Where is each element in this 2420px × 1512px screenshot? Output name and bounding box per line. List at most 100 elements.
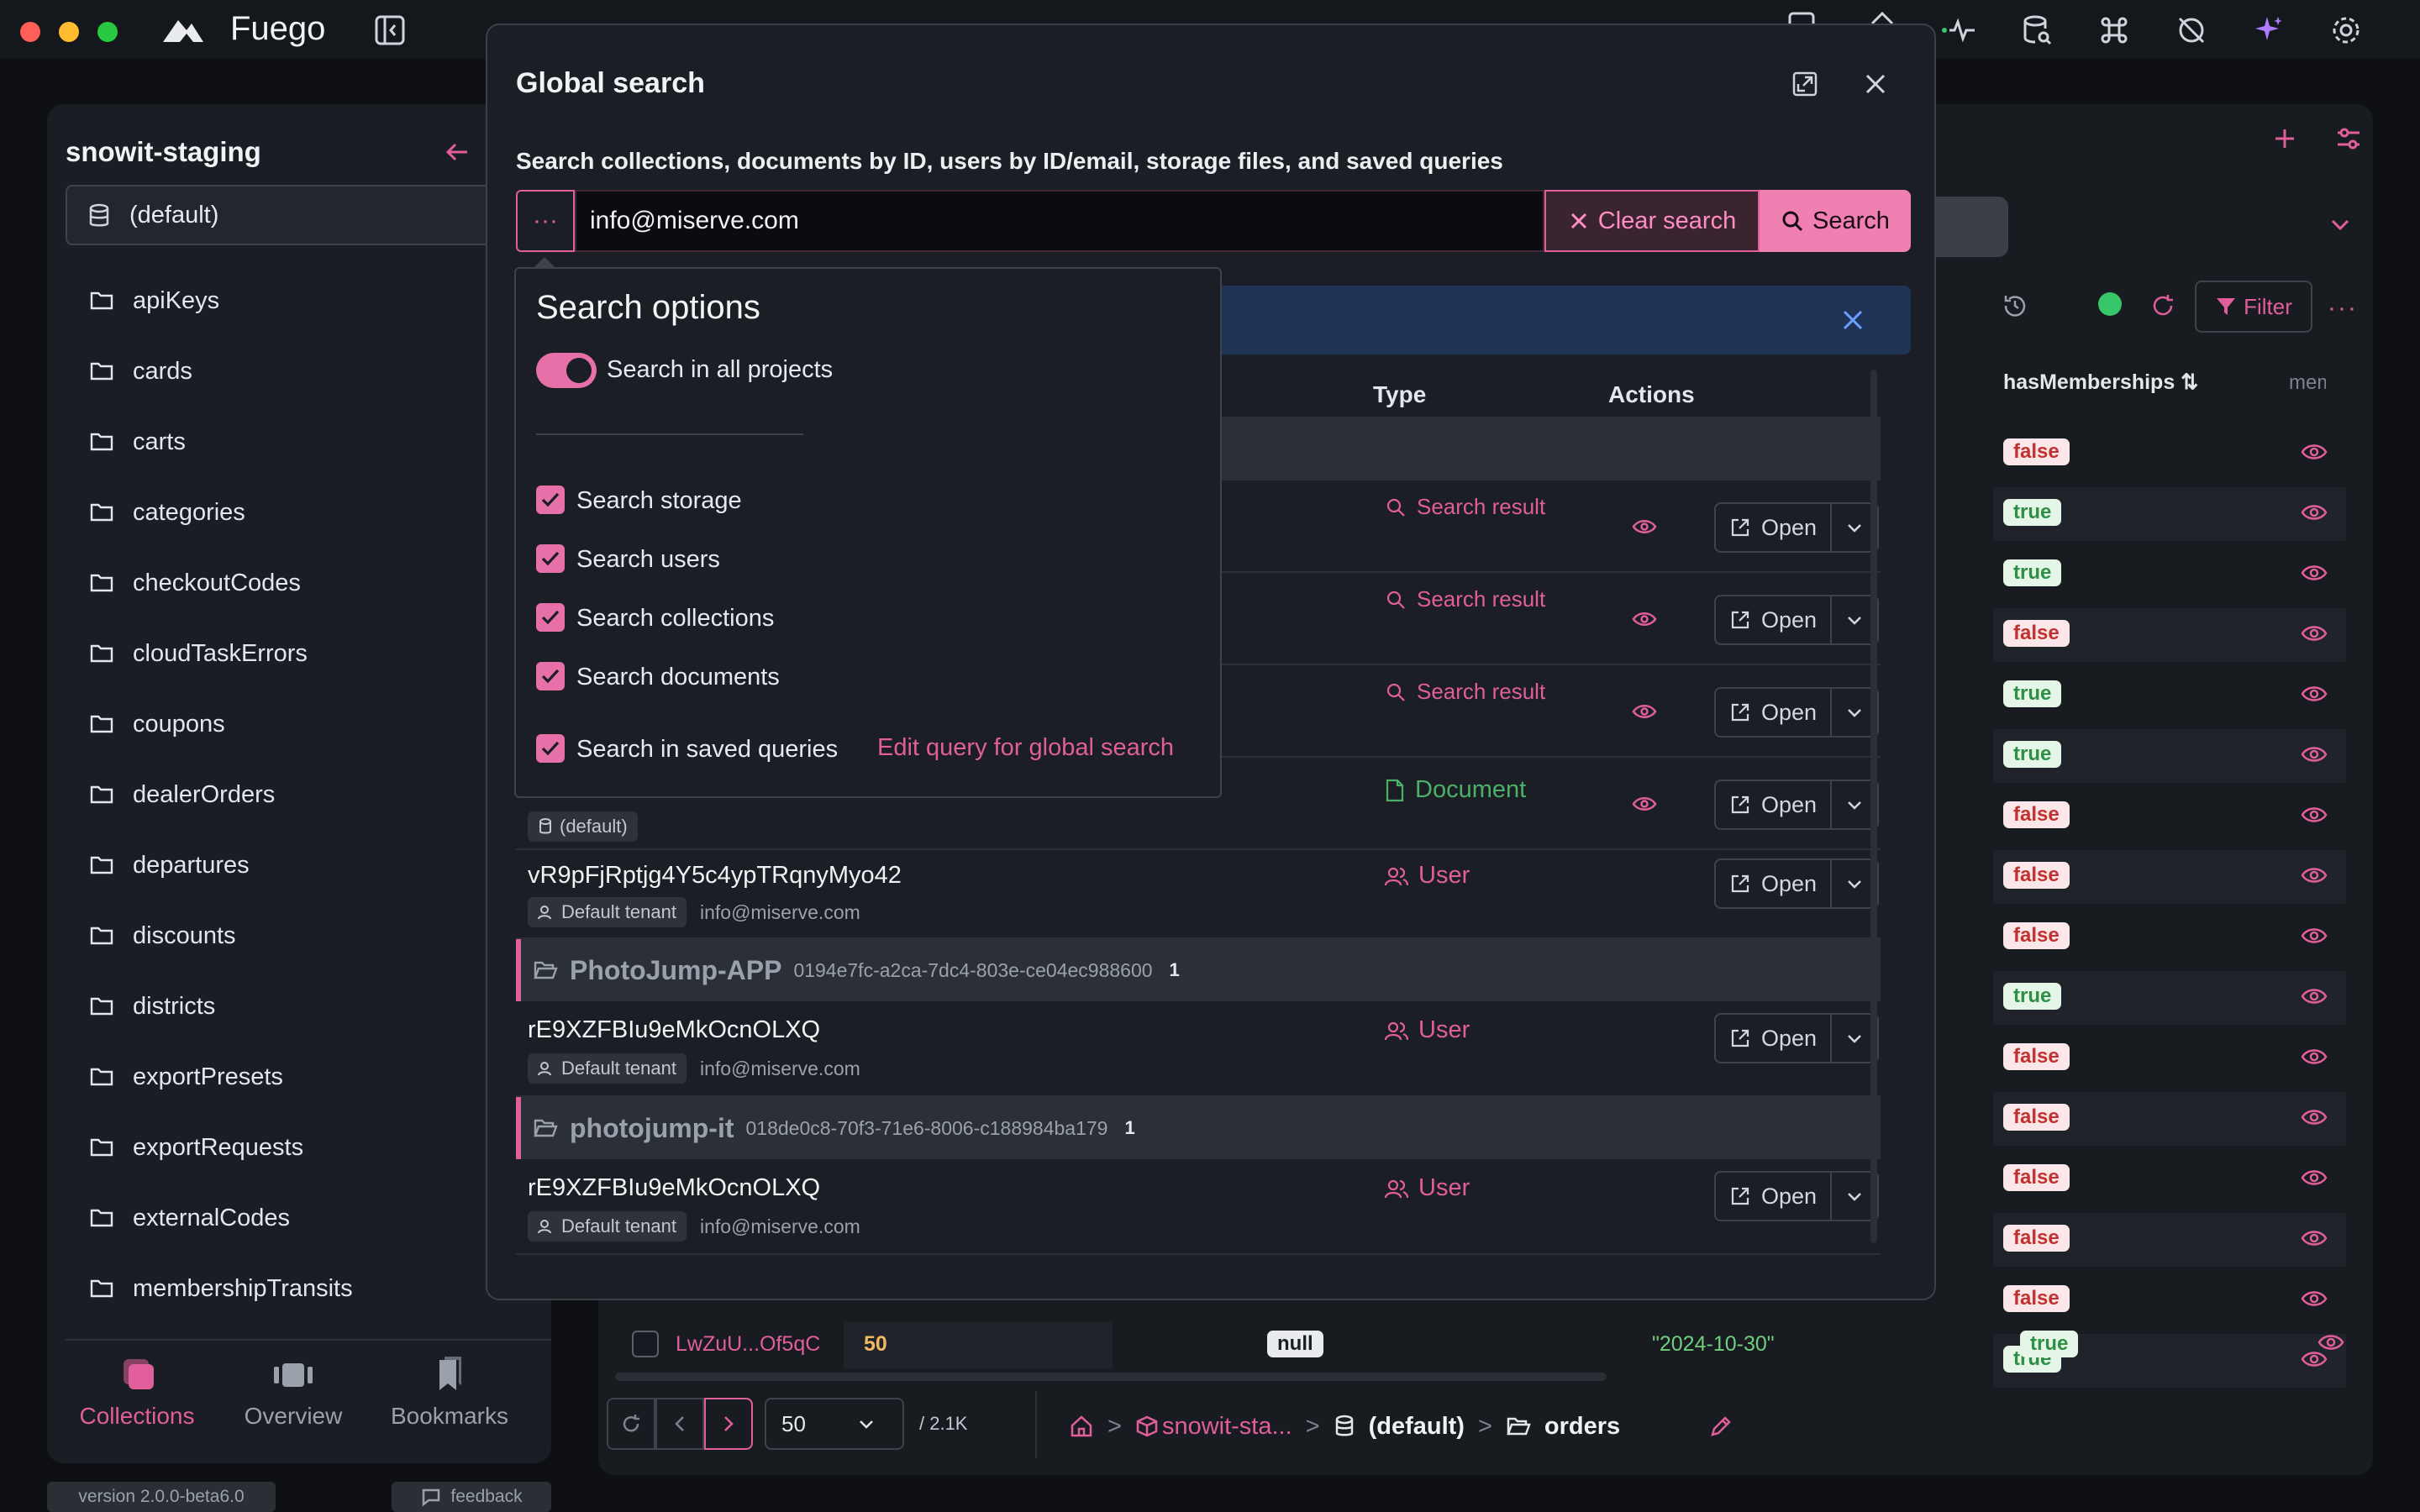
breadcrumb-collection[interactable]: orders <box>1544 1413 1620 1441</box>
close-window-button[interactable] <box>20 22 40 42</box>
reload-page-icon[interactable] <box>607 1398 655 1450</box>
sparkles-icon[interactable] <box>2250 12 2287 49</box>
sidebar-item-cards[interactable]: cards <box>89 336 192 407</box>
tab-collections[interactable]: Collections <box>59 1347 215 1457</box>
checkbox-collections[interactable] <box>536 603 565 632</box>
table-row[interactable]: false <box>1993 1092 2346 1146</box>
user-id[interactable]: vR9pFjRptjg4Y5c4ypTRqnyMyo42 <box>528 862 902 890</box>
horizontal-scrollbar[interactable] <box>615 1373 1607 1381</box>
table-row[interactable]: false <box>1993 1032 2346 1085</box>
checkbox-documents[interactable] <box>536 662 565 690</box>
prev-page-button[interactable] <box>655 1398 704 1450</box>
sidebar-item-districts[interactable]: districts <box>89 971 215 1042</box>
table-row[interactable]: false <box>1993 911 2346 964</box>
search-button[interactable]: Search <box>1760 190 1911 252</box>
table-row[interactable]: true <box>1993 669 2346 722</box>
edit-icon[interactable] <box>1709 1415 1733 1438</box>
sidebar-item-categories[interactable]: categories <box>89 477 245 548</box>
table-row[interactable]: false <box>1993 1273 2346 1327</box>
table-row[interactable]: true <box>1993 729 2346 783</box>
table-row[interactable]: LwZuU...Of5qC 50 null "2024-10-30" true <box>615 1322 2363 1369</box>
preview-eye-icon[interactable] <box>1632 702 1657 721</box>
more-icon[interactable]: ··· <box>2328 294 2358 323</box>
eye-icon[interactable] <box>2301 1047 2328 1067</box>
edit-query-link[interactable]: Edit query for global search <box>877 734 1174 762</box>
sidebar-item-cloudTaskErrors[interactable]: cloudTaskErrors <box>89 618 308 689</box>
checkbox-users[interactable] <box>536 544 565 573</box>
table-row[interactable]: false <box>1993 850 2346 904</box>
sidebar-item-externalCodes[interactable]: externalCodes <box>89 1183 290 1253</box>
preview-eye-icon[interactable] <box>1632 517 1657 536</box>
open-button[interactable]: Open <box>1714 595 1832 645</box>
home-icon[interactable] <box>1069 1414 1094 1439</box>
result-row-user[interactable]: rE9XZFBIu9eMkOcnOLXQ Default tenant info@m… <box>516 1001 1881 1097</box>
result-row-user[interactable]: rE9XZFBIu9eMkOcnOLXQ Default tenant info@m… <box>516 1159 1881 1255</box>
eye-icon[interactable] <box>2301 442 2328 462</box>
user-id[interactable]: rE9XZFBIu9eMkOcnOLXQ <box>528 1174 820 1202</box>
modal-scrollbar[interactable] <box>1870 370 1877 1243</box>
eye-icon[interactable] <box>2301 1289 2328 1309</box>
table-row[interactable]: false <box>1993 608 2346 662</box>
eye-icon[interactable] <box>2301 1168 2328 1188</box>
sidebar-item-membershipTransits[interactable]: membershipTransits <box>89 1253 353 1324</box>
close-banner-icon[interactable] <box>1840 307 1865 333</box>
add-icon[interactable] <box>2270 124 2299 153</box>
eye-icon[interactable] <box>2301 1228 2328 1248</box>
eye-icon[interactable] <box>2301 744 2328 764</box>
clear-search-button[interactable]: Clear search <box>1544 190 1760 252</box>
minimize-window-button[interactable] <box>59 22 79 42</box>
open-button[interactable]: Open <box>1714 858 1832 909</box>
project-group-header[interactable]: PhotoJump-APP 0194e7fc-a2ca-7dc4-803e-ce0… <box>516 939 1881 1001</box>
database-search-icon[interactable] <box>2018 12 2055 49</box>
sidebar-item-checkoutCodes[interactable]: checkoutCodes <box>89 548 301 618</box>
expand-icon[interactable] <box>1791 71 1818 97</box>
eye-icon[interactable] <box>2301 684 2328 704</box>
table-row[interactable]: true <box>1993 971 2346 1025</box>
row-checkbox[interactable] <box>632 1331 659 1357</box>
row-id[interactable]: LwZuU...Of5qC <box>676 1332 820 1357</box>
eye-icon[interactable] <box>2301 805 2328 825</box>
activity-icon[interactable] <box>1941 12 1978 49</box>
all-projects-toggle[interactable] <box>536 353 597 388</box>
sidebar-item-apiKeys[interactable]: apiKeys <box>89 265 219 336</box>
settings-gear-icon[interactable] <box>2328 12 2365 49</box>
open-button[interactable]: Open <box>1714 687 1832 738</box>
eye-icon[interactable] <box>2301 563 2328 583</box>
close-icon[interactable] <box>1862 71 1889 97</box>
breadcrumb-database[interactable]: (default) <box>1369 1413 1465 1441</box>
table-row[interactable]: false <box>1993 427 2346 480</box>
user-id[interactable]: rE9XZFBIu9eMkOcnOLXQ <box>528 1016 820 1044</box>
open-button[interactable]: Open <box>1714 780 1832 830</box>
database-selector[interactable]: (default) <box>66 185 551 245</box>
next-page-button[interactable] <box>704 1398 753 1450</box>
tab-bookmarks[interactable]: Bookmarks <box>371 1347 528 1457</box>
open-button[interactable]: Open <box>1714 502 1832 553</box>
checkbox-storage[interactable] <box>536 486 565 514</box>
eye-icon[interactable] <box>2317 1332 2344 1352</box>
collapse-arrow-icon[interactable] <box>444 138 472 166</box>
table-row[interactable]: true <box>1993 487 2346 541</box>
table-row[interactable]: false <box>1993 790 2346 843</box>
sidebar-item-departures[interactable]: departures <box>89 830 250 900</box>
result-row-user[interactable]: vR9pFjRptjg4Y5c4ypTRqnyMyo42 Default ten… <box>516 848 1881 939</box>
eye-icon[interactable] <box>2301 502 2328 522</box>
search-options-button[interactable]: ··· <box>516 190 575 252</box>
zoom-window-button[interactable] <box>97 22 118 42</box>
sidebar-item-exportRequests[interactable]: exportRequests <box>89 1112 303 1183</box>
table-row[interactable]: true <box>1993 548 2346 601</box>
col-hasmemberships[interactable]: hasMemberships ⇅ <box>2003 370 2198 395</box>
eye-icon[interactable] <box>2301 926 2328 946</box>
sync-off-icon[interactable] <box>2173 12 2210 49</box>
sidebar-item-exportPresets[interactable]: exportPresets <box>89 1042 283 1112</box>
chevron-down-icon[interactable] <box>2326 210 2354 239</box>
feedback-button[interactable]: feedback <box>392 1482 551 1512</box>
sidebar-item-dealerOrders[interactable]: dealerOrders <box>89 759 275 830</box>
eye-icon[interactable] <box>2301 865 2328 885</box>
sidebar-item-coupons[interactable]: coupons <box>89 689 225 759</box>
sidebar-item-carts[interactable]: carts <box>89 407 186 477</box>
eye-icon[interactable] <box>2301 623 2328 643</box>
open-button[interactable]: Open <box>1714 1171 1832 1221</box>
preview-eye-icon[interactable] <box>1632 610 1657 628</box>
table-row[interactable]: false <box>1993 1213 2346 1267</box>
preview-eye-icon[interactable] <box>1632 795 1657 813</box>
